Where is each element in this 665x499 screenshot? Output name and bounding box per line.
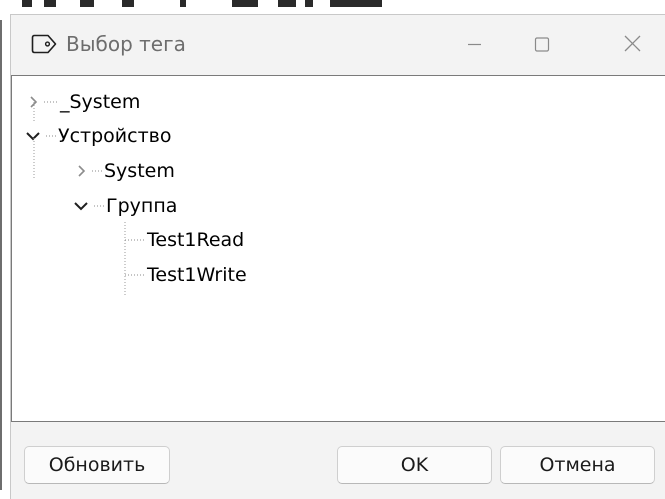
dialog-footer: Обновить OK Отмена xyxy=(11,422,665,499)
tree-node-label: Test1Read xyxy=(147,229,245,251)
tree-node-label: Test1Write xyxy=(147,264,247,286)
tree-node-label: Группа xyxy=(106,195,178,217)
tag-icon xyxy=(30,34,58,54)
tree-connector xyxy=(94,205,106,207)
tree-connector xyxy=(46,135,58,137)
tree-connector xyxy=(44,101,58,103)
tree-node-label: _System xyxy=(60,91,141,113)
ok-button[interactable]: OK xyxy=(337,446,492,484)
minimize-button[interactable] xyxy=(453,27,497,61)
tag-tree[interactable]: _System Устройство System Группа Test1Re… xyxy=(11,75,665,422)
cancel-button[interactable]: Отмена xyxy=(500,446,655,484)
tree-connector xyxy=(125,274,145,276)
refresh-button[interactable]: Обновить xyxy=(24,446,170,484)
tree-guide-line xyxy=(124,222,126,296)
background-window-edge xyxy=(0,20,2,490)
tree-guide-line xyxy=(33,138,35,178)
maximize-button[interactable] xyxy=(519,27,563,61)
tree-guide-line xyxy=(33,102,35,122)
maximize-icon xyxy=(534,37,550,52)
tag-select-dialog: Выбор тега _System Устройство System Гру… xyxy=(10,14,665,499)
close-button[interactable] xyxy=(611,27,655,61)
tree-connector xyxy=(125,239,145,241)
tree-node-label: System xyxy=(104,160,175,182)
tree-node-label: Устройство xyxy=(58,125,172,147)
title-bar[interactable]: Выбор тега xyxy=(11,15,665,75)
chevron-right-icon[interactable] xyxy=(74,163,90,179)
background-window-fragment xyxy=(0,0,665,14)
screen: Выбор тега _System Устройство System Гру… xyxy=(0,0,665,499)
minimize-icon xyxy=(468,43,481,46)
tree-connector xyxy=(92,170,104,172)
chevron-down-icon[interactable] xyxy=(73,198,89,214)
close-icon xyxy=(624,35,641,52)
window-title: Выбор тега xyxy=(66,32,186,56)
